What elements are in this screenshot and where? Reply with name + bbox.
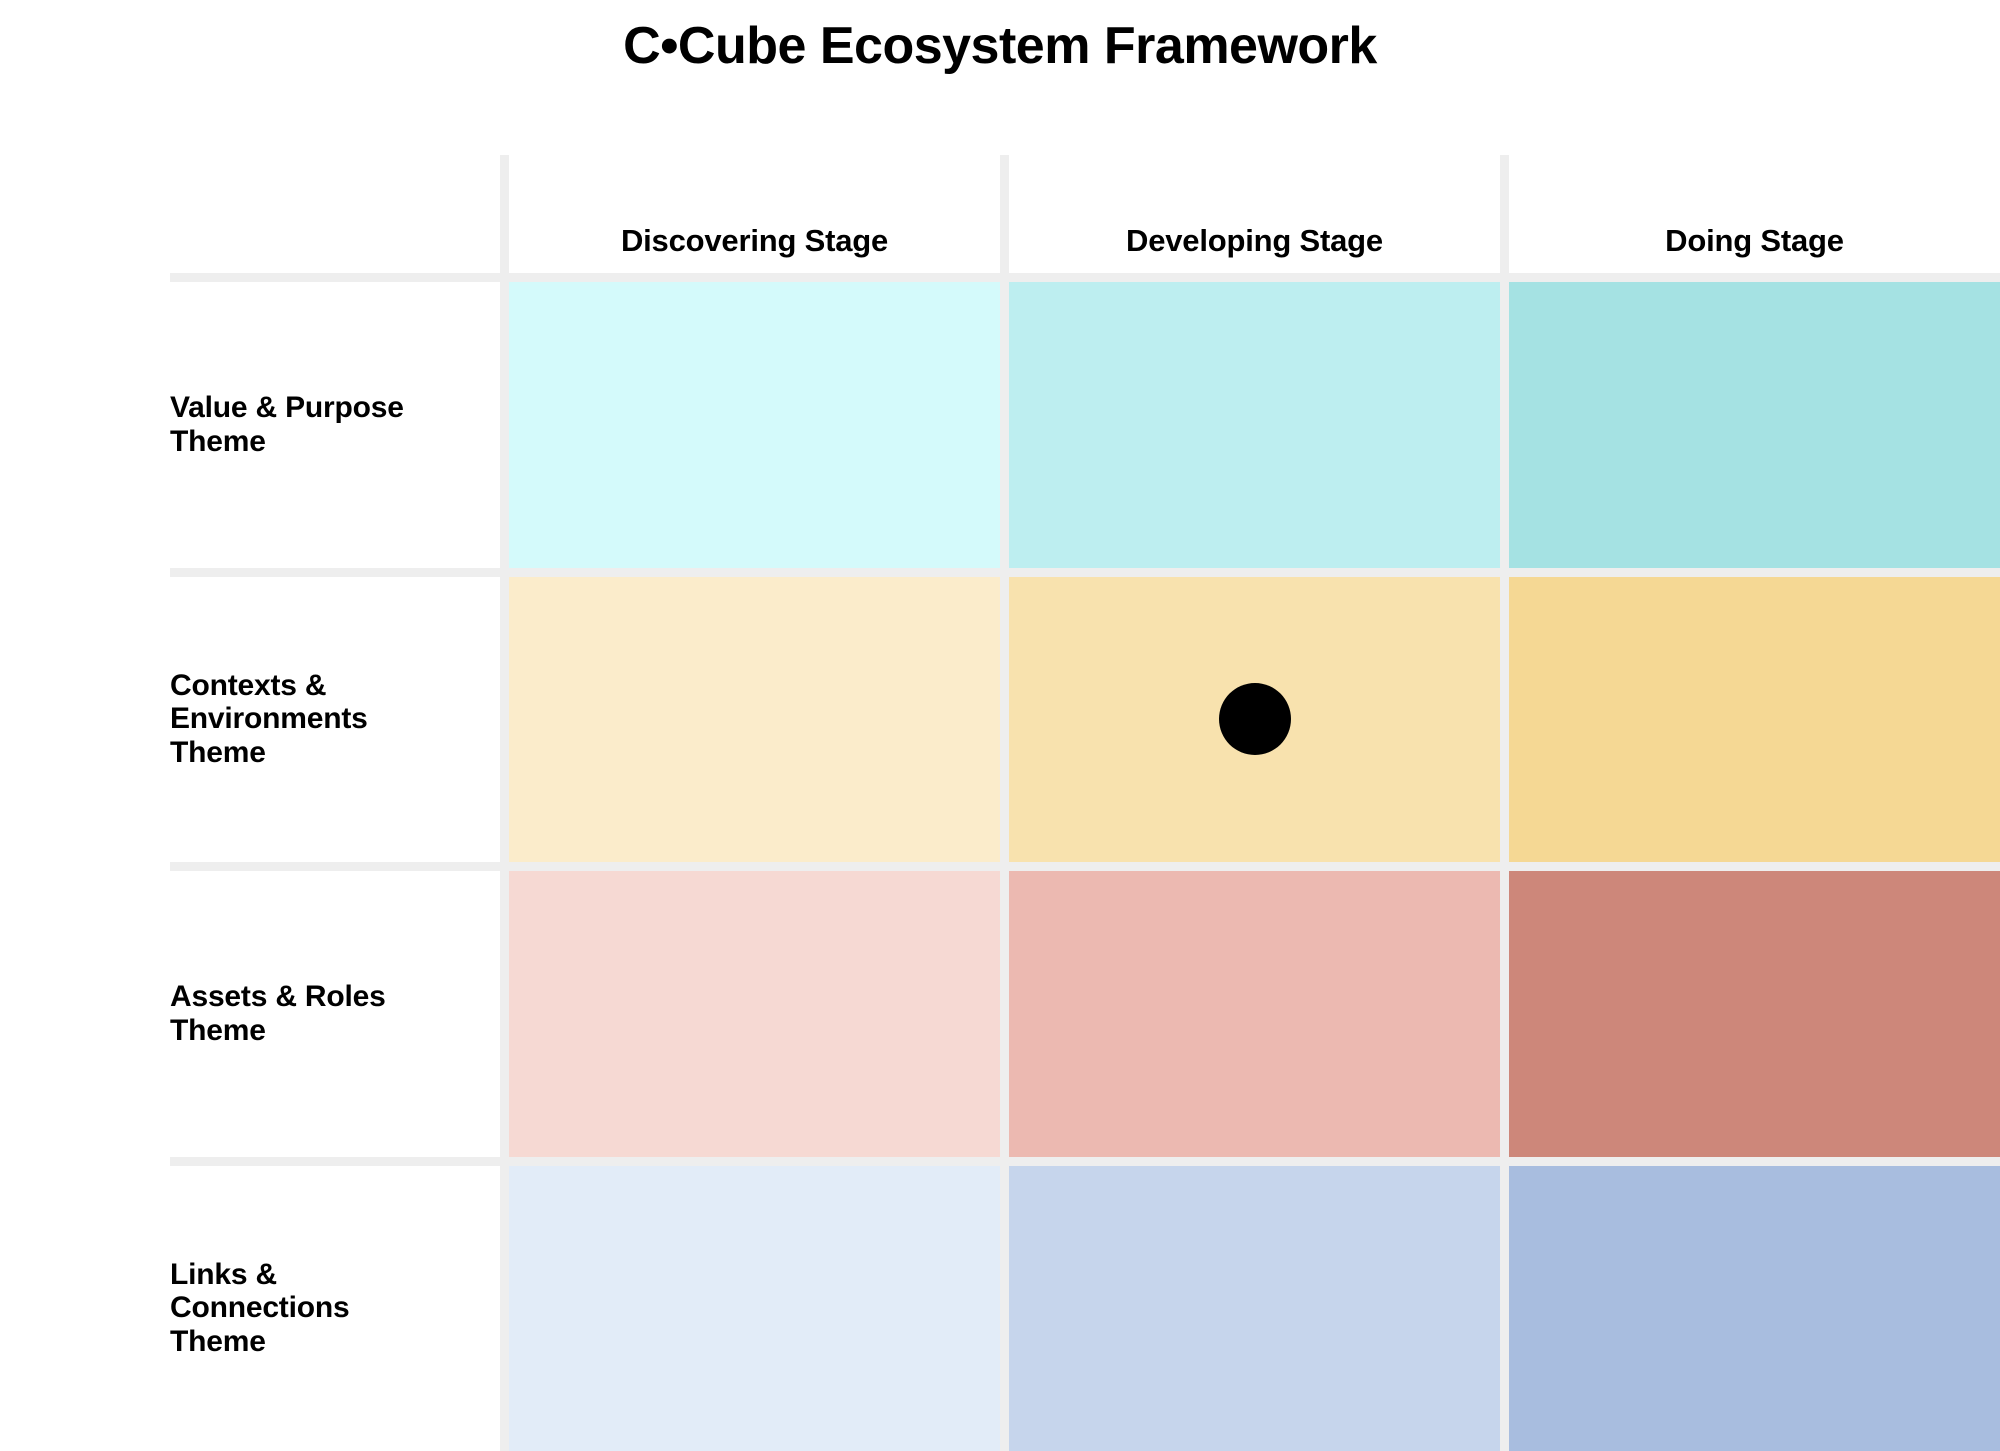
cell-links-connections-discovering[interactable]: [509, 1165, 1000, 1451]
cell-contexts-environments-discovering[interactable]: [509, 576, 1000, 862]
column-header-label: Discovering Stage: [620, 223, 889, 258]
row-label-line: Connections: [170, 1291, 350, 1325]
cell-contexts-environments-doing[interactable]: [1509, 576, 2000, 862]
row-label-line: Assets & Roles: [170, 980, 386, 1014]
column-header-label: Developing Stage: [1126, 223, 1383, 258]
row-label-line: Environments: [170, 702, 368, 736]
row-label-line: Contexts &: [170, 668, 327, 702]
row-label-assets-roles: Assets & Roles Theme: [170, 871, 500, 1157]
row-label-contexts-environments: Contexts & Environments Theme: [170, 576, 500, 862]
cell-assets-roles-developing[interactable]: [1009, 871, 1500, 1157]
column-header-discovering: Discovering Stage: [509, 155, 1000, 273]
row-label-text: Contexts & Environments Theme: [170, 669, 368, 770]
cell-links-connections-developing[interactable]: [1009, 1165, 1500, 1451]
cell-value-purpose-doing[interactable]: [1509, 282, 2000, 568]
row-label-value-purpose: Value & Purpose Theme: [170, 282, 500, 568]
page-title: C•Cube Ecosystem Framework: [623, 17, 1377, 75]
row-label-line: Theme: [170, 736, 266, 770]
column-header-doing: Doing Stage: [1509, 155, 2000, 273]
cell-value-purpose-discovering[interactable]: [509, 282, 1000, 568]
row-label-text: Assets & Roles Theme: [170, 980, 386, 1047]
column-header-developing: Developing Stage: [1009, 155, 1500, 273]
row-label-line: Theme: [170, 424, 266, 458]
row-label-line: Theme: [170, 1325, 266, 1359]
cell-assets-roles-doing[interactable]: [1509, 871, 2000, 1157]
row-label-text: Links & Connections Theme: [170, 1257, 350, 1359]
framework-diagram: C•Cube Ecosystem Framework Discovering S…: [0, 0, 2000, 1451]
row-label-line: Theme: [170, 1013, 266, 1047]
framework-matrix: Discovering Stage Developing Stage Doing…: [170, 155, 2000, 1451]
cell-value-purpose-developing[interactable]: [1009, 282, 1500, 568]
cell-contexts-environments-developing[interactable]: [1009, 576, 1500, 862]
column-header-label: Doing Stage: [1665, 223, 1844, 258]
row-label-line: Links &: [170, 1257, 277, 1291]
cell-assets-roles-discovering[interactable]: [509, 871, 1000, 1157]
matrix-corner-spacer: [170, 155, 500, 273]
position-marker-dot: [1218, 683, 1291, 756]
cell-links-connections-doing[interactable]: [1509, 1165, 2000, 1451]
row-label-links-connections: Links & Connections Theme: [170, 1165, 500, 1451]
row-label-text: Value & Purpose Theme: [170, 391, 404, 458]
row-label-line: Value & Purpose: [170, 391, 404, 425]
